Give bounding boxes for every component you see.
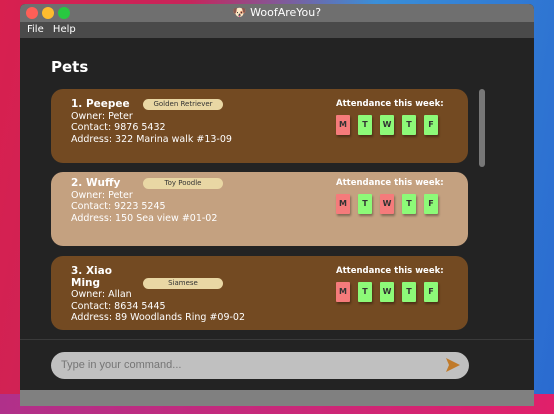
pet-address: Address: 150 Sea view #01-02 [71,212,218,224]
app-window: 🐶 WoofAreYou? File Help Pets 1. Peepee Go… [20,4,534,406]
dog-icon: 🐶 [232,6,247,19]
pet-name: 2. Wuffy [71,177,121,189]
attendance-day-absent: M [336,193,350,214]
attendance-day-present: F [424,193,438,214]
title-bar: 🐶 WoofAreYou? [20,4,534,22]
close-button[interactable] [26,7,38,19]
pet-address: Address: 322 Marina walk #13-09 [71,133,232,145]
attendance-day-present: F [424,114,438,135]
breed-tag: Siamese [143,277,223,289]
attendance-day-present: T [402,114,416,135]
attendance-day-present: T [402,281,416,302]
maximize-button[interactable] [58,7,70,19]
attendance-day-present: W [380,281,394,302]
pet-address: Address: 89 Woodlands Ring #09-02 [71,312,246,323]
pet-card[interactable]: 3. Xiao Ming Siamese Owner: Allan Contact… [51,256,468,330]
window-title: WoofAreYou? [250,6,322,19]
menu-help[interactable]: Help [53,24,76,35]
pet-contact: Contact: 8634 5445 [71,300,166,312]
minimize-button[interactable] [42,7,54,19]
command-input[interactable] [51,352,469,379]
attendance-day-absent: W [380,193,394,214]
attendance: Attendance this week: M T W T F [336,266,444,302]
breed-tag: Golden Retriever [143,99,223,110]
attendance-label: Attendance this week: [336,178,444,188]
attendance-day-present: F [424,281,438,302]
attendance-day-present: T [358,281,372,302]
pet-name: 1. Peepee [71,98,130,110]
menu-bar: File Help [20,22,534,38]
page-title: Pets [51,58,89,76]
divider [20,339,534,340]
pet-card[interactable]: 1. Peepee Golden Retriever Owner: Peter C… [51,89,468,163]
attendance-day-present: T [358,114,372,135]
attendance-day-absent: M [336,114,350,135]
attendance-day-present: T [402,193,416,214]
pet-name: 3. Xiao Ming [71,265,112,289]
scrollbar[interactable] [479,89,485,167]
breed-tag: Toy Poodle [143,178,223,189]
pet-card[interactable]: 2. Wuffy Toy Poodle Owner: Peter Contact:… [51,172,468,246]
attendance-day-present: W [380,114,394,135]
attendance: Attendance this week: M T W T F [336,178,444,214]
attendance: Attendance this week: M T W T F [336,99,444,135]
menu-file[interactable]: File [27,24,44,35]
status-bar [20,390,534,406]
attendance-label: Attendance this week: [336,99,444,109]
attendance-day-present: T [358,193,372,214]
attendance-label: Attendance this week: [336,266,444,276]
attendance-day-absent: M [336,281,350,302]
send-icon[interactable] [445,357,461,373]
